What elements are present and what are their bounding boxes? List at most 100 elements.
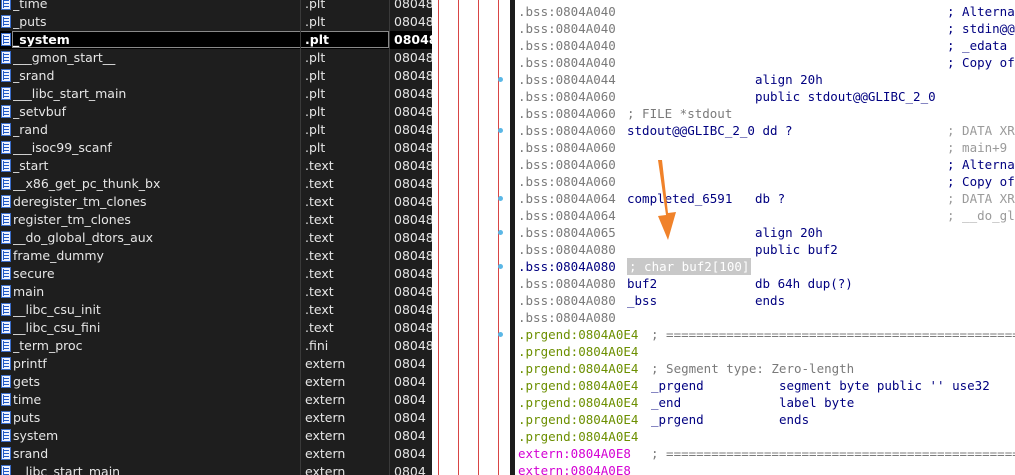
listing-line[interactable]: .prgend:0804A0E4 <box>515 428 1015 445</box>
function-row[interactable]: _term_proc .fini 08048 <box>0 337 432 355</box>
line-name: _prgend <box>651 412 704 427</box>
function-segment: .fini <box>305 338 329 353</box>
listing-line[interactable]: .bss:0804A060 public stdout@@GLIBC_2_0 <box>515 88 1015 105</box>
function-address: 08048 <box>394 338 432 353</box>
line-name: _prgend <box>651 378 704 393</box>
function-name: ___libc_start_main <box>13 86 127 101</box>
listing-line[interactable]: .bss:0804A080 _bss ends <box>515 292 1015 309</box>
function-row[interactable]: time extern 0804 <box>0 391 432 409</box>
function-row[interactable]: __libc_start_main extern 0804 <box>0 463 432 475</box>
line-operand: segment byte public '' use32 <box>779 378 990 393</box>
function-row[interactable]: srand extern 0804 <box>0 445 432 463</box>
listing-line[interactable]: .bss:0804A080 buf2 db 64h dup(?) <box>515 275 1015 292</box>
function-row[interactable]: ___gmon_start__ .plt 08048 <box>0 49 432 67</box>
listing-line[interactable]: .bss:0804A064 ; __do_gl <box>515 207 1015 224</box>
listing-line[interactable]: .prgend:0804A0E4 _prgend ends <box>515 411 1015 428</box>
function-row[interactable]: __libc_csu_init .text 08048 <box>0 301 432 319</box>
listing-line[interactable]: .bss:0804A064 completed_6591 db ?; DATA XR <box>515 190 1015 207</box>
line-address: .bss:0804A060 <box>518 174 616 189</box>
listing-line[interactable]: .prgend:0804A0E4 _prgend segment byte publ… <box>515 377 1015 394</box>
function-name: __libc_csu_init <box>13 302 101 317</box>
line-comment: ; _edata <box>947 38 1008 53</box>
function-address: 08048 <box>394 0 432 11</box>
function-row[interactable]: _rand .plt 08048 <box>0 121 432 139</box>
function-row[interactable]: ___libc_start_main .plt 08048 <box>0 85 432 103</box>
listing-line[interactable]: extern:0804A0E8 <box>515 462 1015 475</box>
column-divider <box>300 0 301 475</box>
function-row[interactable]: system extern 0804 <box>0 427 432 445</box>
listing-line[interactable]: .bss:0804A060 ; Alterna <box>515 156 1015 173</box>
function-name: _time <box>13 0 48 11</box>
function-segment: .text <box>305 284 334 299</box>
line-operand: ends <box>779 412 810 427</box>
function-segment: .plt <box>305 50 326 65</box>
function-icon <box>1 249 11 262</box>
function-row[interactable]: deregister_tm_clones .text 08048 <box>0 193 432 211</box>
function-row[interactable]: register_tm_clones .text 08048 <box>0 211 432 229</box>
function-address: 0804 <box>394 356 426 371</box>
function-address: 0804 <box>394 446 426 461</box>
listing-line[interactable]: .bss:0804A040 ; Alterna <box>515 3 1015 20</box>
function-address: 08048 <box>394 230 432 245</box>
line-operand: public buf2 <box>755 242 838 257</box>
function-name: __libc_start_main <box>13 464 121 475</box>
function-row[interactable]: main .text 08048 <box>0 283 432 301</box>
breakpoint-dot-icon <box>498 77 503 82</box>
function-address: 08048 <box>394 194 432 209</box>
function-address: 08048 <box>394 248 432 263</box>
function-address: 08048 <box>394 122 432 137</box>
function-row[interactable]: ___isoc99_scanf .plt 08048 <box>0 139 432 157</box>
segment-separator: ; ======================================… <box>651 446 1015 461</box>
line-operand: align 20h <box>755 225 823 240</box>
function-row[interactable]: gets extern 0804 <box>0 373 432 391</box>
listing-line[interactable]: .bss:0804A040 ; Copy of <box>515 54 1015 71</box>
function-name: time <box>13 392 42 407</box>
listing-line[interactable]: .bss:0804A080 public buf2 <box>515 241 1015 258</box>
listing-line[interactable]: .prgend:0804A0E4 ; ======================… <box>515 326 1015 343</box>
line-comment: ; stdin@@ <box>947 21 1015 36</box>
functions-window: _time .plt 08048 _puts .plt 08048 _system .plt 0… <box>0 0 432 475</box>
listing-line[interactable]: .bss:0804A060 ; Copy of <box>515 173 1015 190</box>
listing-line[interactable]: .bss:0804A060 ; main+9 <box>515 139 1015 156</box>
arrow-line <box>438 0 439 475</box>
listing-line[interactable]: .bss:0804A040 ; _edata <box>515 37 1015 54</box>
function-address: 08048 <box>394 266 432 281</box>
function-row[interactable]: _start .text 08048 <box>0 157 432 175</box>
function-address: 0804 <box>394 374 426 389</box>
function-row[interactable]: __x86_get_pc_thunk_bx .text 08048 <box>0 175 432 193</box>
function-row[interactable]: printf extern 0804 <box>0 355 432 373</box>
listing-line[interactable]: .bss:0804A080 <box>515 309 1015 326</box>
listing-line[interactable]: .bss:0804A060 ; FILE *stdout <box>515 105 1015 122</box>
listing-line[interactable]: extern:0804A0E8 ; =======================… <box>515 445 1015 462</box>
annotation-arrow-icon <box>658 160 676 240</box>
function-segment: .text <box>305 266 334 281</box>
function-segment: .plt <box>305 68 326 83</box>
listing-line[interactable]: .bss:0804A040 ; stdin@@ <box>515 20 1015 37</box>
listing-line[interactable]: .prgend:0804A0E4 <box>515 343 1015 360</box>
listing-line[interactable]: .prgend:0804A0E4 _end label byte <box>515 394 1015 411</box>
function-address: 0804 <box>394 392 426 407</box>
line-comment: ; Copy of <box>947 55 1015 70</box>
function-row[interactable]: __do_global_dtors_aux .text 08048 <box>0 229 432 247</box>
listing-line[interactable]: .bss:0804A080 ; char buf2[100] <box>515 258 1015 275</box>
listing-line[interactable]: .prgend:0804A0E4 ; Segment type: Zero-len… <box>515 360 1015 377</box>
function-row[interactable]: _system .plt 08048 <box>0 31 432 49</box>
highlighted-comment[interactable]: ; char buf2[100] <box>627 258 752 275</box>
function-row[interactable]: _time .plt 08048 <box>0 0 432 13</box>
line-address: .bss:0804A040 <box>518 4 616 19</box>
column-divider <box>389 0 390 475</box>
function-row[interactable]: _setvbuf .plt 08048 <box>0 103 432 121</box>
listing-line[interactable]: .bss:0804A060 stdout@@GLIBC_2_0 dd ? ; DAT… <box>515 122 1015 139</box>
function-row[interactable]: _srand .plt 08048 <box>0 67 432 85</box>
listing-line[interactable]: .bss:0804A044 align 20h <box>515 71 1015 88</box>
function-row[interactable]: secure .text 08048 <box>0 265 432 283</box>
function-row[interactable]: puts extern 0804 <box>0 409 432 427</box>
line-address: .prgend:0804A0E4 <box>518 412 639 427</box>
function-row[interactable]: _puts .plt 08048 <box>0 13 432 31</box>
function-segment: .plt <box>305 86 326 101</box>
function-icon <box>1 15 11 28</box>
function-row[interactable]: frame_dummy .text 08048 <box>0 247 432 265</box>
disassembly-listing[interactable]: .bss:0804A040 ; Alterna .bss:0804A040 ; std… <box>515 0 1015 475</box>
function-row[interactable]: __libc_csu_fini .text 08048 <box>0 319 432 337</box>
listing-line[interactable]: .bss:0804A065 align 20h <box>515 224 1015 241</box>
